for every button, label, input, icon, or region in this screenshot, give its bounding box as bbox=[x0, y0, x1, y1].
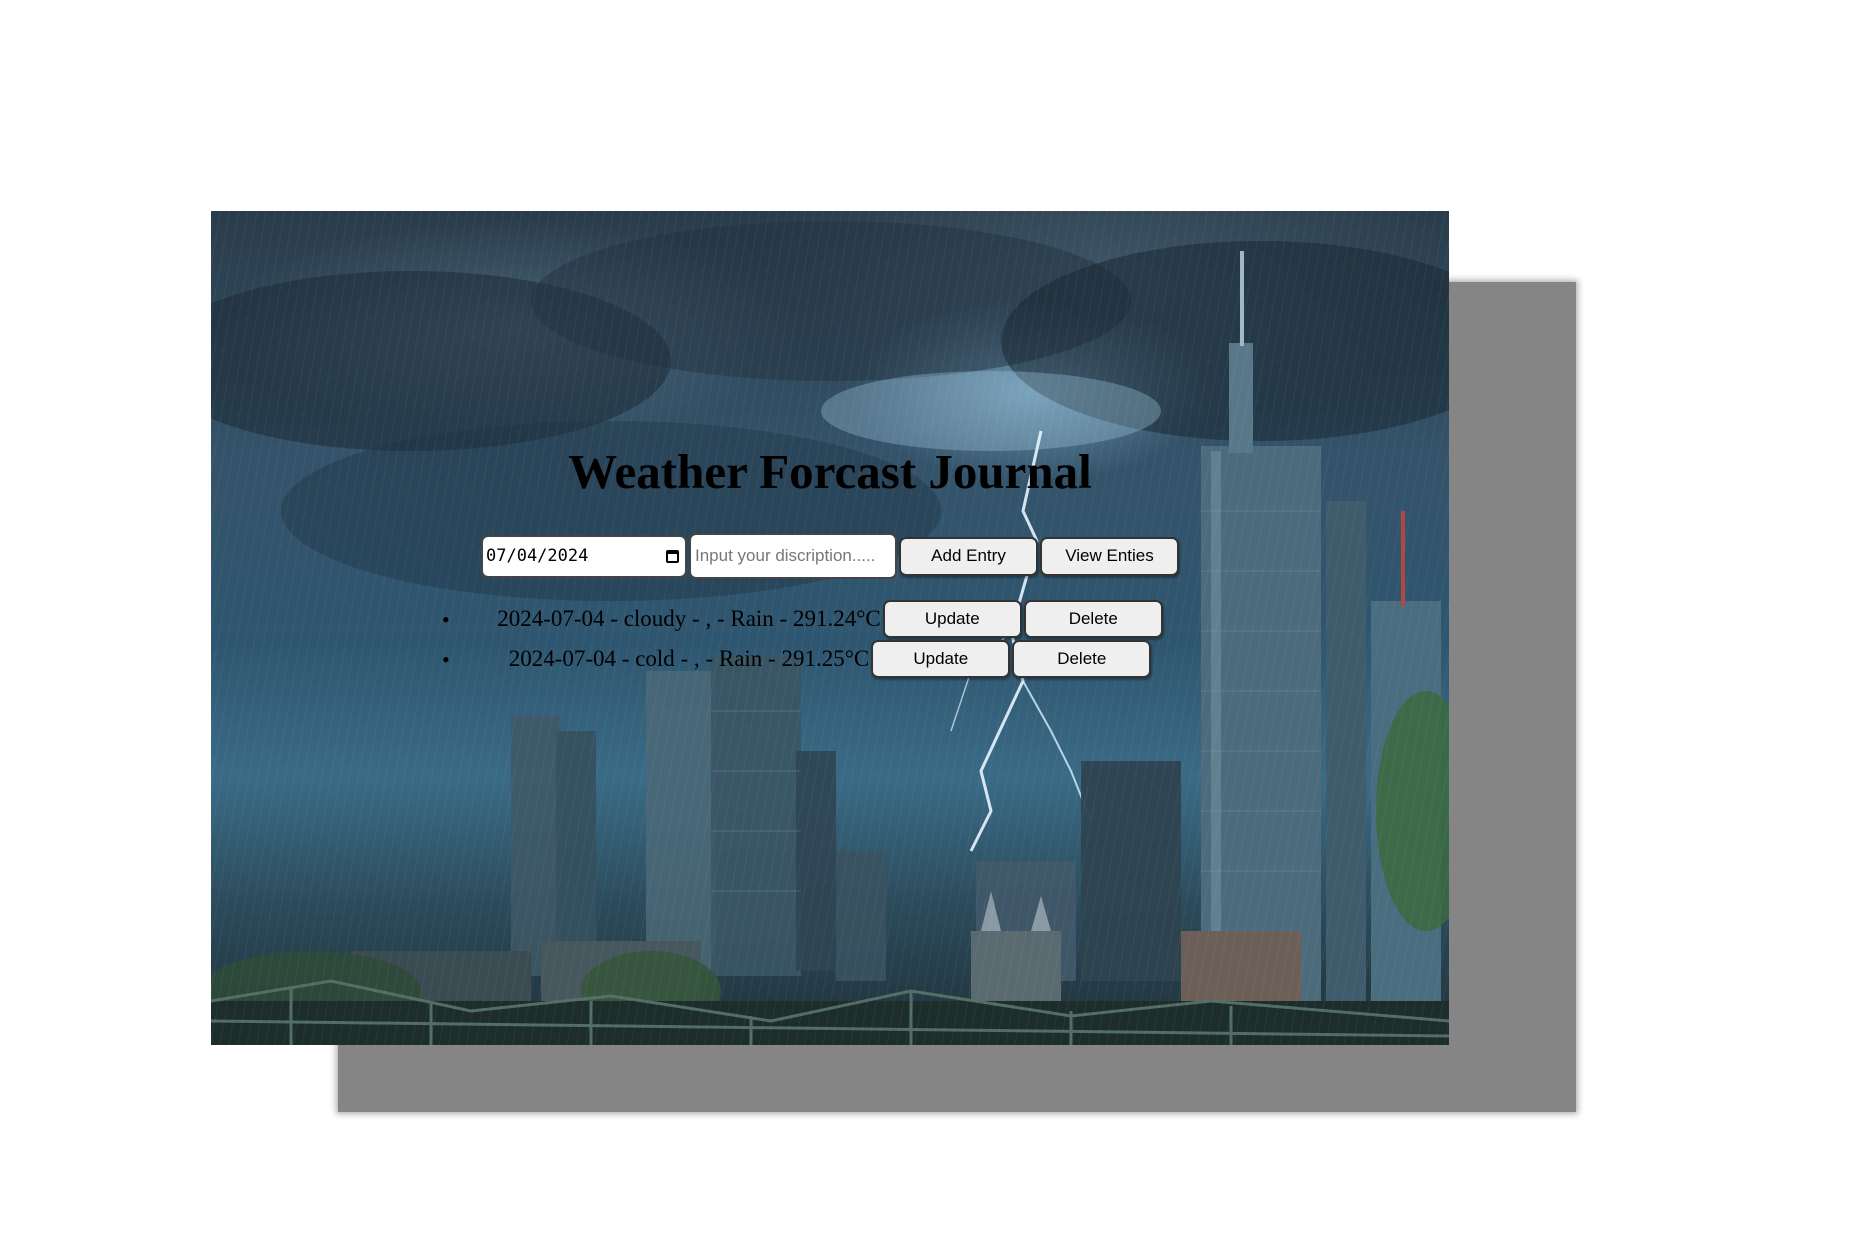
description-input[interactable] bbox=[689, 533, 897, 579]
date-input[interactable]: 07/04/2024 bbox=[481, 534, 687, 578]
update-button[interactable]: Update bbox=[871, 640, 1011, 678]
date-value: 07/04/2024 bbox=[486, 546, 589, 566]
view-entries-button[interactable]: View Enties bbox=[1040, 536, 1179, 576]
page-title: Weather Forcast Journal bbox=[568, 444, 1092, 499]
add-entry-button[interactable]: Add Entry bbox=[899, 536, 1038, 576]
list-item: • 2024-07-04 - cloudy - , - Rain - 291.2… bbox=[211, 599, 1449, 639]
entries-list: • 2024-07-04 - cloudy - , - Rain - 291.2… bbox=[211, 599, 1449, 679]
entry-text: 2024-07-04 - cold - , - Rain - 291.25°C bbox=[508, 646, 870, 671]
bullet-icon: • bbox=[442, 607, 450, 632]
delete-button[interactable]: Delete bbox=[1012, 640, 1152, 678]
journal-card: Weather Forcast Journal 07/04/2024 Add E… bbox=[211, 211, 1449, 1045]
entry-form: 07/04/2024 Add Entry View Enties bbox=[211, 533, 1449, 579]
update-button[interactable]: Update bbox=[882, 600, 1022, 638]
calendar-icon[interactable] bbox=[666, 549, 679, 563]
delete-button[interactable]: Delete bbox=[1023, 600, 1163, 638]
bullet-icon: • bbox=[442, 647, 450, 672]
list-item: • 2024-07-04 - cold - , - Rain - 291.25°… bbox=[211, 639, 1449, 679]
entry-text: 2024-07-04 - cloudy - , - Rain - 291.24°… bbox=[497, 606, 881, 631]
